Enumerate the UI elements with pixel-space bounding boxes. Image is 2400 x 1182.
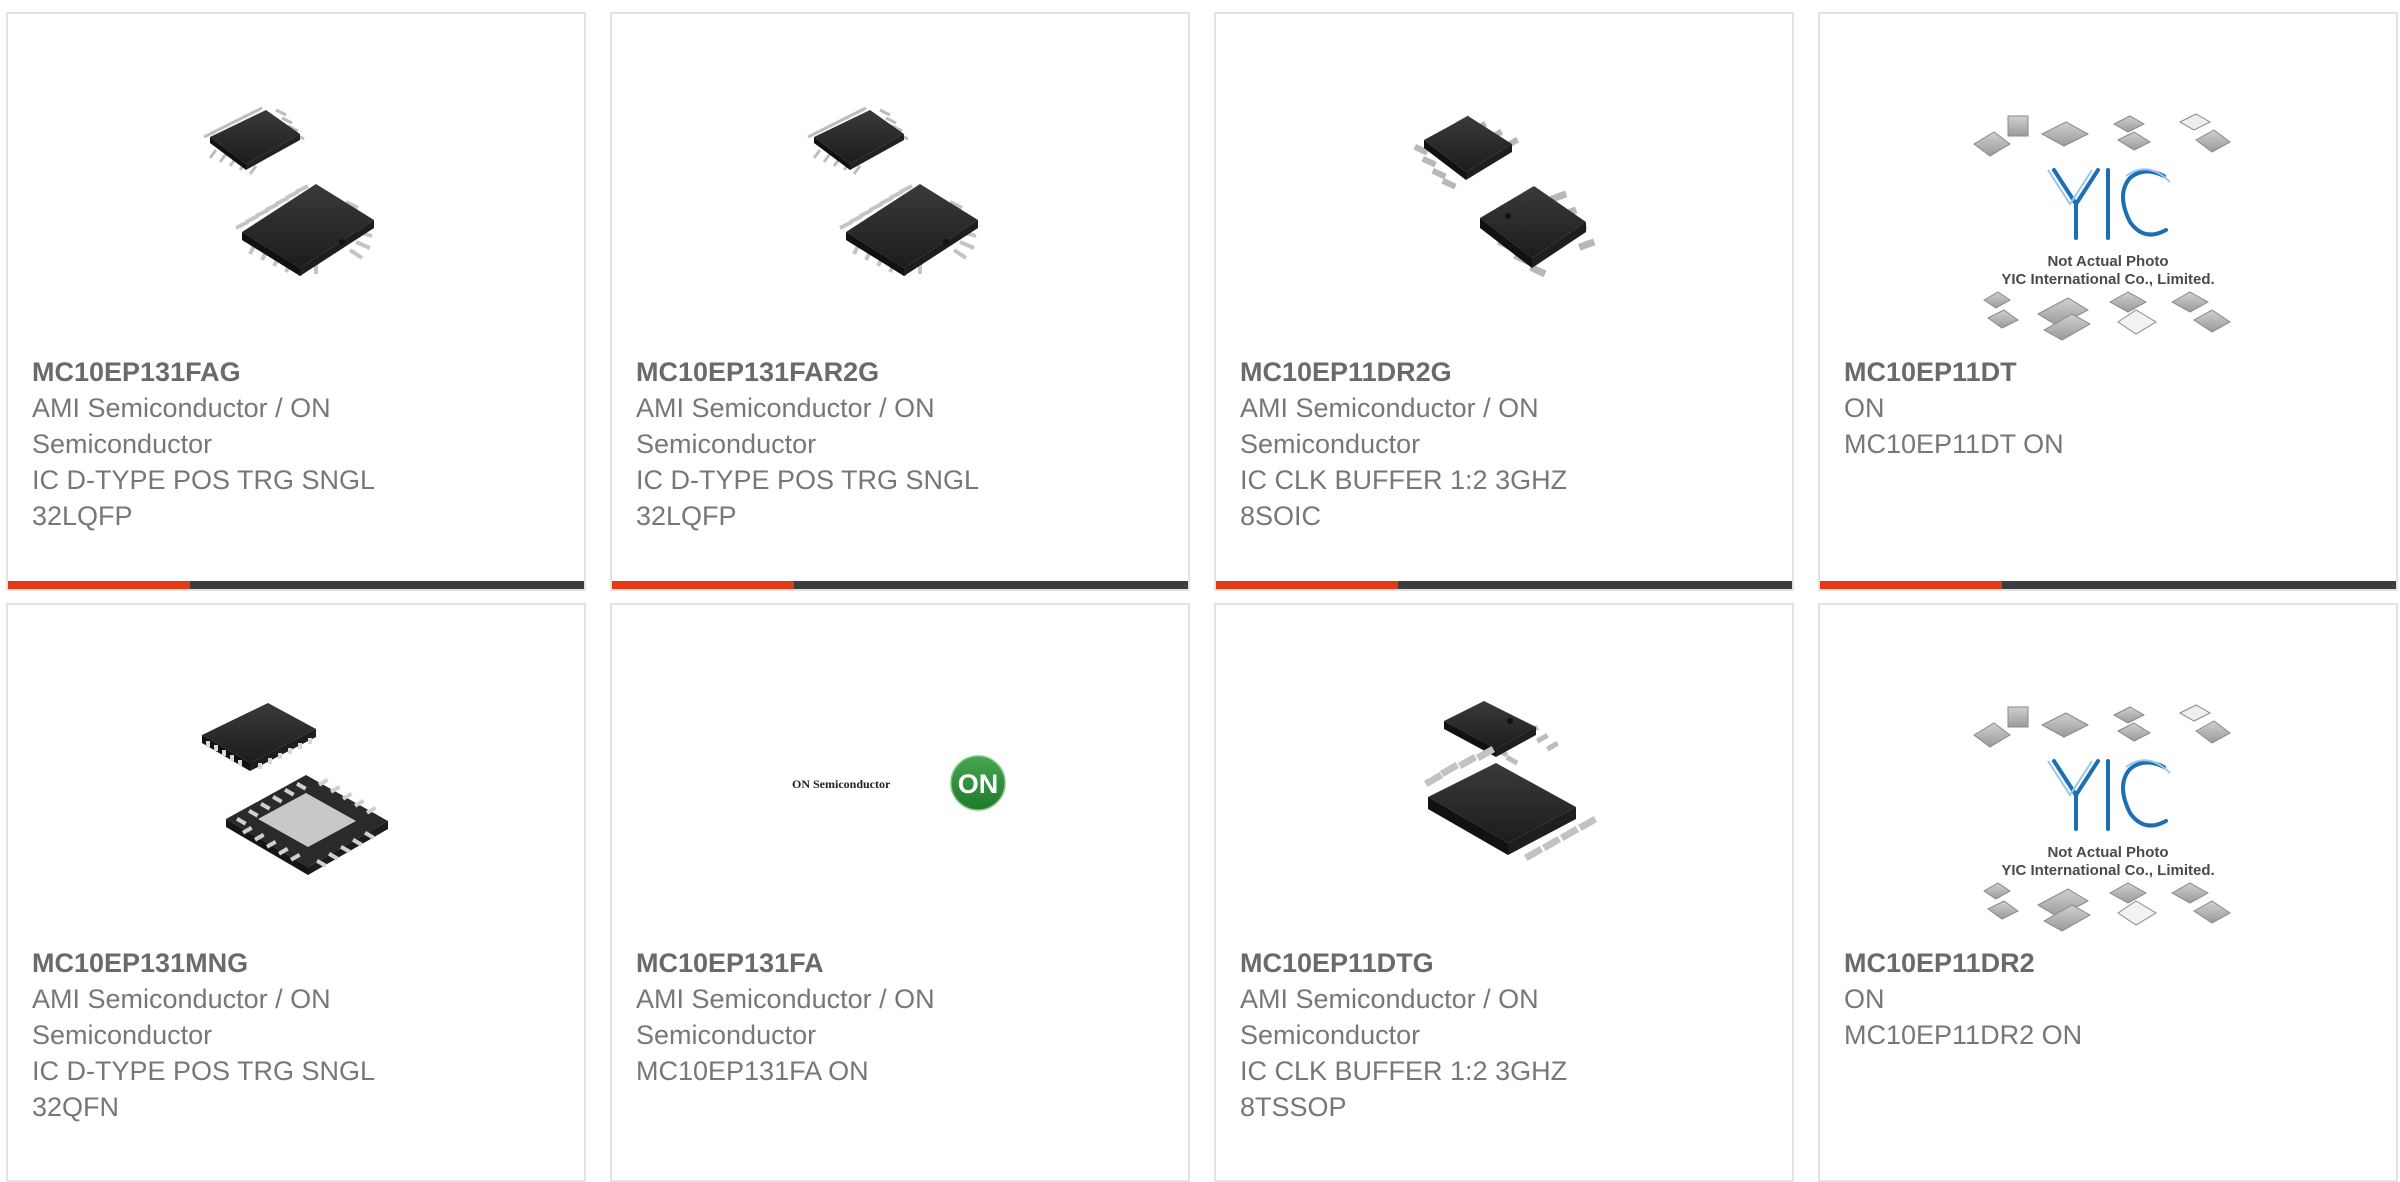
manufacturer: AMI Semiconductor / ON	[1240, 984, 1539, 1014]
product-card[interactable]: MC10EP131FAR2G AMI Semiconductor / ON Se…	[610, 12, 1190, 591]
not-actual-photo: Not Actual Photo YIC International Co., …	[1973, 704, 2231, 932]
product-image[interactable]	[1216, 80, 1792, 304]
part-number[interactable]: MC10EP131FA	[636, 945, 1016, 981]
description: MC10EP11DR2 ON	[1844, 1020, 2083, 1050]
part-number[interactable]: MC10EP11DR2	[1844, 945, 2224, 981]
product-card[interactable]: MC10EP131FAG AMI Semiconductor / ON Semi…	[6, 12, 586, 591]
description: IC CLK BUFFER 1:2 3GHZ	[1240, 1056, 1568, 1086]
description: IC D-TYPE POS TRG SNGL	[32, 465, 376, 495]
part-number[interactable]: MC10EP11DT	[1844, 354, 2224, 390]
product-image[interactable]: ON Semiconductor ON	[612, 671, 1188, 895]
soic-chip-photo	[1413, 115, 1596, 278]
product-card[interactable]: Not Actual Photo YIC International Co., …	[1818, 12, 2398, 591]
manufacturer: AMI Semiconductor / ON	[1240, 393, 1539, 423]
manufacturer: ON	[1844, 393, 1885, 423]
card-accent-bar	[1820, 581, 2002, 589]
part-number[interactable]: MC10EP11DR2G	[1240, 354, 1620, 390]
product-card[interactable]: MC10EP131MNG AMI Semiconductor / ON Semi…	[6, 603, 586, 1182]
manufacturer: AMI Semiconductor / ON	[636, 393, 935, 423]
card-footer-bar	[1820, 581, 2396, 589]
card-footer-bar	[1216, 581, 1792, 589]
description: MC10EP131FA ON	[636, 1056, 869, 1086]
product-image[interactable]	[1216, 671, 1792, 895]
product-grid: MC10EP131FAG AMI Semiconductor / ON Semi…	[6, 12, 2400, 1182]
tssop-chip-photo	[1424, 701, 1598, 862]
description: 32QFN	[32, 1092, 120, 1122]
product-card[interactable]: ON Semiconductor ON MC10EP131FA AMI Semi…	[610, 603, 1190, 1182]
description: 8SOIC	[1240, 501, 1322, 531]
description: 32LQFP	[636, 501, 737, 531]
part-number[interactable]: MC10EP131FAG	[32, 354, 412, 390]
part-number[interactable]: MC10EP131FAR2G	[636, 354, 1016, 390]
placeholder-caption: Not Actual Photo	[2047, 844, 2168, 861]
card-accent-bar	[8, 581, 190, 589]
lqfp-chip-photo	[203, 106, 374, 277]
card-footer-bar	[8, 581, 584, 589]
logo-mark: ON	[958, 769, 999, 799]
manufacturer: Semiconductor	[636, 1020, 817, 1050]
manufacturer: AMI Semiconductor / ON	[32, 393, 331, 423]
description: MC10EP11DT ON	[1844, 429, 2064, 459]
part-number[interactable]: MC10EP11DTG	[1240, 945, 1620, 981]
manufacturer: AMI Semiconductor / ON	[636, 984, 935, 1014]
manufacturer: Semiconductor	[1240, 1020, 1421, 1050]
placeholder-company: YIC International Co., Limited.	[2001, 271, 2214, 288]
card-accent-bar	[1216, 581, 1398, 589]
on-semiconductor-logo: ON Semiconductor ON	[792, 755, 1006, 811]
manufacturer: Semiconductor	[636, 429, 817, 459]
description: IC D-TYPE POS TRG SNGL	[32, 1056, 376, 1086]
description: 8TSSOP	[1240, 1092, 1347, 1122]
manufacturer: Semiconductor	[1240, 429, 1421, 459]
not-actual-photo: Not Actual Photo YIC International Co., …	[1973, 113, 2231, 341]
manufacturer: Semiconductor	[32, 429, 213, 459]
product-image[interactable]	[612, 80, 1188, 304]
product-image[interactable]	[8, 671, 584, 895]
card-footer-bar	[612, 581, 1188, 589]
description: IC CLK BUFFER 1:2 3GHZ	[1240, 465, 1568, 495]
manufacturer: ON	[1844, 984, 1885, 1014]
card-accent-bar	[612, 581, 794, 589]
placeholder-caption: Not Actual Photo	[2047, 253, 2168, 270]
product-image[interactable]: Not Actual Photo YIC International Co., …	[1820, 695, 2396, 945]
placeholder-company: YIC International Co., Limited.	[2001, 862, 2214, 879]
product-card[interactable]: MC10EP11DTG AMI Semiconductor / ON Semic…	[1214, 603, 1794, 1182]
description: 32LQFP	[32, 501, 133, 531]
product-image[interactable]: Not Actual Photo YIC International Co., …	[1820, 104, 2396, 354]
product-image[interactable]	[8, 80, 584, 304]
logo-wordmark: ON Semiconductor	[792, 777, 891, 791]
qfn-chip-photo	[202, 703, 388, 875]
part-number[interactable]: MC10EP131MNG	[32, 945, 412, 981]
product-card[interactable]: MC10EP11DR2G AMI Semiconductor / ON Semi…	[1214, 12, 1794, 591]
manufacturer: AMI Semiconductor / ON	[32, 984, 331, 1014]
product-card[interactable]: Not Actual Photo YIC International Co., …	[1818, 603, 2398, 1182]
manufacturer: Semiconductor	[32, 1020, 213, 1050]
description: IC D-TYPE POS TRG SNGL	[636, 465, 980, 495]
lqfp-chip-photo	[807, 106, 978, 277]
